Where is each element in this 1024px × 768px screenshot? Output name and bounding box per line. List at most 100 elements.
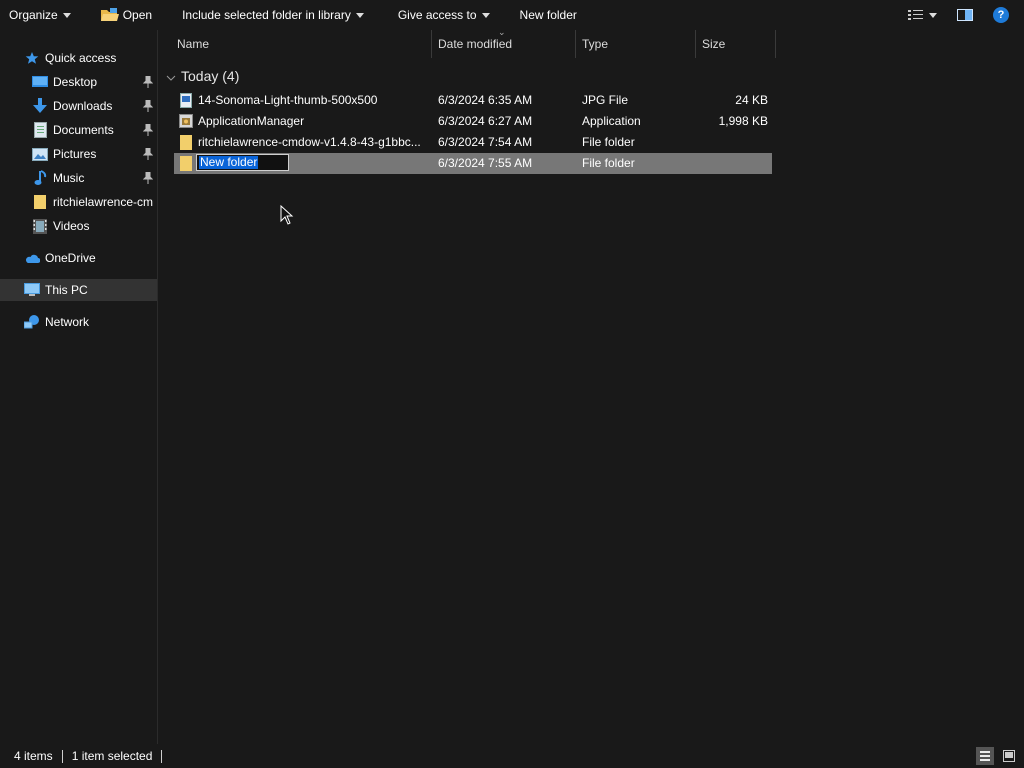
folder-icon bbox=[32, 194, 48, 210]
network-icon bbox=[24, 314, 40, 330]
group-label: Today (4) bbox=[181, 68, 240, 84]
file-list-view: Name ⌄ Date modified Type Size Today (4)… bbox=[158, 27, 1024, 744]
folder-icon bbox=[180, 153, 196, 174]
new-folder-button[interactable]: New folder bbox=[511, 0, 586, 30]
view-dropdown-chevron-icon[interactable] bbox=[929, 12, 937, 18]
file-type: File folder bbox=[582, 156, 635, 170]
nav-music[interactable]: Music bbox=[0, 167, 157, 189]
view-toggle-group bbox=[976, 744, 1024, 768]
file-date: 6/3/2024 6:27 AM bbox=[438, 114, 533, 128]
item-count: 4 items bbox=[14, 749, 53, 763]
column-label: Size bbox=[702, 37, 726, 51]
nav-desktop[interactable]: Desktop bbox=[0, 71, 157, 93]
open-button[interactable]: Open bbox=[92, 0, 161, 30]
nav-videos[interactable]: Videos bbox=[0, 215, 157, 237]
column-header-name[interactable]: Name bbox=[171, 30, 432, 58]
nav-label: Network bbox=[45, 315, 90, 329]
pin-icon[interactable] bbox=[142, 99, 154, 112]
jpg-file-icon bbox=[180, 90, 196, 111]
chevron-down-icon bbox=[166, 68, 178, 84]
nav-pictures[interactable]: Pictures bbox=[0, 143, 157, 165]
file-name: ApplicationManager bbox=[198, 114, 305, 128]
large-icons-view-icon[interactable] bbox=[1000, 747, 1018, 765]
group-header-today[interactable]: Today (4) bbox=[166, 66, 239, 86]
open-label: Open bbox=[122, 8, 153, 22]
file-type: JPG File bbox=[582, 93, 629, 107]
details-view-icon[interactable] bbox=[976, 747, 994, 765]
help-button[interactable]: ? bbox=[993, 7, 1009, 23]
document-icon bbox=[32, 122, 48, 138]
application-icon bbox=[179, 111, 195, 132]
nav-label: Quick access bbox=[45, 51, 117, 65]
nav-label: Documents bbox=[53, 123, 114, 137]
nav-this-pc[interactable]: This PC bbox=[0, 279, 157, 301]
mouse-cursor-icon bbox=[280, 204, 294, 225]
nav-label: This PC bbox=[45, 283, 88, 297]
nav-network[interactable]: Network bbox=[0, 311, 157, 333]
sort-chevron-icon: ⌄ bbox=[498, 27, 506, 37]
pin-icon[interactable] bbox=[142, 171, 154, 184]
organize-button[interactable]: Organize bbox=[0, 0, 80, 30]
chevron-down-icon bbox=[62, 12, 71, 18]
include-label: Include selected folder in library bbox=[182, 8, 351, 22]
nav-onedrive[interactable]: OneDrive bbox=[0, 247, 157, 269]
help-icon: ? bbox=[997, 9, 1005, 21]
nav-ritchielawrence-folder[interactable]: ritchielawrence-cm bbox=[0, 191, 157, 213]
cloud-icon bbox=[24, 250, 40, 266]
organize-label: Organize bbox=[9, 8, 58, 22]
pin-icon[interactable] bbox=[142, 123, 154, 136]
give-access-button[interactable]: Give access to bbox=[389, 0, 499, 30]
include-in-library-button[interactable]: Include selected folder in library bbox=[173, 0, 373, 30]
file-name: ritchielawrence-cmdow-v1.4.8-43-g1bbc... bbox=[198, 135, 421, 149]
rename-selected-text: New folder bbox=[199, 155, 259, 169]
nav-downloads[interactable]: Downloads bbox=[0, 95, 157, 117]
column-label: Name bbox=[177, 37, 210, 51]
column-header-type[interactable]: Type bbox=[576, 30, 696, 58]
change-view-icon[interactable] bbox=[907, 8, 925, 22]
file-type: Application bbox=[582, 114, 641, 128]
rename-input[interactable]: New folder bbox=[196, 154, 289, 171]
column-label: Type bbox=[582, 37, 609, 51]
nav-label: Music bbox=[53, 171, 85, 185]
nav-label: Pictures bbox=[53, 147, 97, 161]
file-size bbox=[702, 132, 768, 153]
column-header-date-modified[interactable]: ⌄ Date modified bbox=[432, 27, 576, 58]
column-header-size[interactable]: Size bbox=[696, 30, 776, 58]
nav-label: ritchielawrence-cm bbox=[53, 195, 154, 209]
nav-documents[interactable]: Documents bbox=[0, 119, 157, 141]
status-divider bbox=[61, 749, 63, 763]
file-row[interactable]: ritchielawrence-cmdow-v1.4.8-43-g1bbc...… bbox=[174, 132, 772, 153]
status-divider bbox=[161, 749, 163, 763]
preview-pane-icon[interactable] bbox=[957, 8, 973, 22]
command-bar: Organize Open Include selected folder in… bbox=[0, 0, 1024, 30]
file-row[interactable]: ApplicationManager 6/3/2024 6:27 AM Appl… bbox=[174, 111, 772, 132]
file-row[interactable]: 14-Sonoma-Light-thumb-500x500 6/3/2024 6… bbox=[174, 90, 772, 111]
column-header-bar: Name ⌄ Date modified Type Size bbox=[158, 27, 778, 58]
nav-quick-access[interactable]: Quick access bbox=[0, 47, 157, 69]
file-size: 1,998 KB bbox=[718, 114, 768, 128]
pin-icon[interactable] bbox=[142, 75, 154, 88]
file-size bbox=[702, 153, 768, 174]
pin-icon[interactable] bbox=[142, 147, 154, 160]
file-date: 6/3/2024 6:35 AM bbox=[438, 93, 533, 107]
computer-icon bbox=[24, 282, 40, 298]
file-date: 6/3/2024 7:54 AM bbox=[438, 135, 533, 149]
download-arrow-icon bbox=[32, 98, 48, 114]
open-folder-icon bbox=[100, 8, 119, 22]
status-bar: 4 items 1 item selected bbox=[0, 744, 1024, 768]
give-access-label: Give access to bbox=[397, 8, 477, 22]
chevron-down-icon bbox=[481, 12, 490, 18]
nav-label: Desktop bbox=[53, 75, 98, 89]
file-name: 14-Sonoma-Light-thumb-500x500 bbox=[198, 93, 378, 107]
file-date: 6/3/2024 7:55 AM bbox=[438, 156, 533, 170]
video-icon bbox=[32, 218, 48, 234]
folder-icon bbox=[180, 132, 196, 153]
picture-icon bbox=[32, 146, 48, 162]
new-folder-label: New folder bbox=[519, 8, 577, 22]
file-row-selected[interactable]: New folder 6/3/2024 7:55 AM File folder bbox=[174, 153, 772, 174]
selection-count: 1 item selected bbox=[71, 749, 153, 763]
file-type: File folder bbox=[582, 135, 635, 149]
view-controls: ? bbox=[907, 0, 1024, 30]
navigation-pane: Quick access Desktop Downloads Documents… bbox=[0, 30, 158, 744]
music-note-icon bbox=[32, 170, 48, 186]
